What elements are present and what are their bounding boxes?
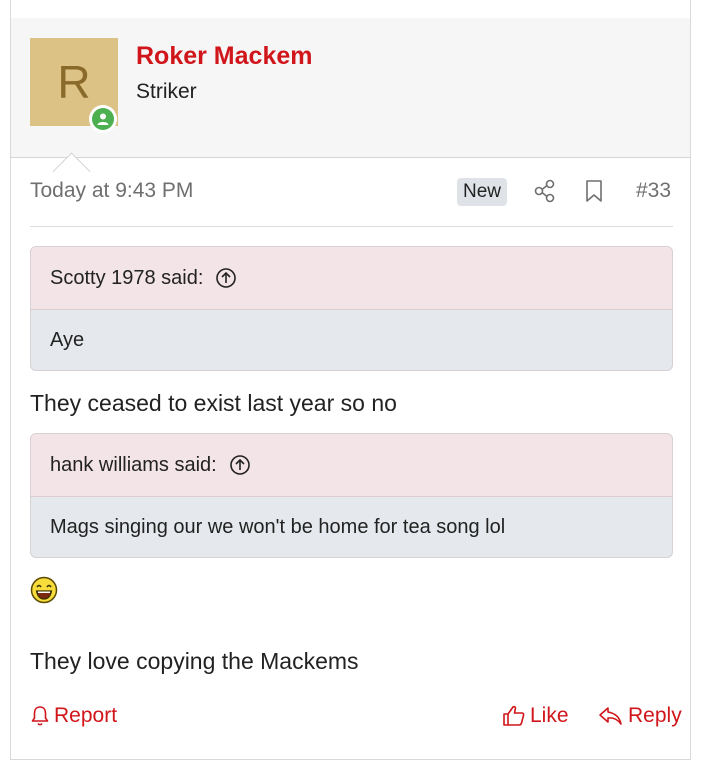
like-button[interactable]: Like	[502, 704, 569, 728]
post-meta: Today at 9:43 PM New #33	[30, 176, 673, 210]
quote-author: hank williams said:	[50, 453, 217, 476]
new-badge: New	[457, 178, 508, 206]
username-link[interactable]: Roker Mackem	[136, 42, 312, 71]
reply-arrow-icon	[599, 707, 622, 725]
avatar-letter: R	[57, 56, 91, 108]
post-number-link[interactable]: #33	[636, 179, 671, 203]
post-time-link[interactable]: Today at 9:43 PM	[30, 179, 193, 203]
like-label: Like	[530, 704, 569, 727]
reply-button[interactable]: Reply	[598, 704, 682, 728]
bookmark-icon[interactable]	[584, 179, 604, 208]
user-block: R Roker Mackem Striker	[11, 18, 690, 191]
report-label: Report	[54, 704, 118, 727]
reply-label: Reply	[628, 704, 682, 727]
message-text: They ceased to exist last year so no	[30, 390, 397, 416]
post-actions: Report Like Reply	[30, 704, 682, 736]
arrow-up-circle-icon[interactable]	[215, 267, 237, 289]
arrow-up-circle-icon[interactable]	[229, 454, 251, 476]
message-text: They love copying the Mackems	[30, 648, 359, 674]
divider	[30, 226, 673, 227]
quote-block: Scotty 1978 said: Aye	[30, 246, 673, 371]
online-status-icon	[89, 105, 117, 133]
quote-block: hank williams said: Mags singing our we …	[30, 433, 673, 558]
quote-body: Mags singing our we won't be home for te…	[50, 515, 506, 538]
thumbs-up-icon	[503, 705, 525, 726]
quote-author: Scotty 1978 said:	[50, 266, 204, 289]
quote-header[interactable]: Scotty 1978 said:	[31, 247, 672, 310]
bell-icon	[31, 706, 49, 726]
quote-header[interactable]: hank williams said:	[31, 434, 672, 497]
user-title: Striker	[136, 80, 197, 103]
user-online-icon	[97, 113, 109, 125]
laughing-smiley-icon	[30, 576, 58, 609]
share-icon[interactable]	[534, 179, 556, 208]
report-button[interactable]: Report	[30, 704, 117, 728]
quote-body: Aye	[50, 328, 85, 351]
forum-post: R Roker Mackem Striker Today at 9:43 PM …	[10, 0, 691, 760]
